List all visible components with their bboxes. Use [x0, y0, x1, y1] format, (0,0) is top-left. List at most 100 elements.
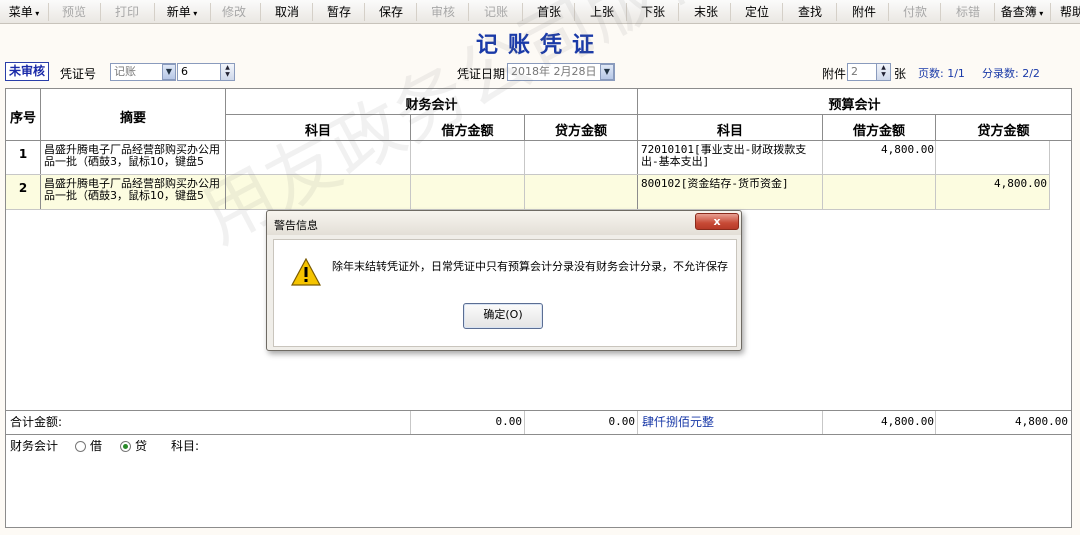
toolbar-button-label: 末张 [693, 5, 718, 19]
toolbar-separator [888, 3, 889, 21]
dialog-titlebar[interactable]: 警告信息 x [267, 211, 741, 235]
toolbar-button-12[interactable]: 下张 [628, 2, 678, 22]
row-bud-account[interactable]: 800102[资金结存-货币资金] [641, 178, 821, 204]
close-icon[interactable]: x [695, 213, 739, 230]
toolbar-separator [1050, 3, 1051, 21]
toolbar-button-label: 审核 [430, 5, 455, 19]
row-bud-credit[interactable]: 4,800.00 [937, 178, 1047, 190]
toolbar-separator [940, 3, 941, 21]
toolbar-button-11[interactable]: 上张 [576, 2, 628, 22]
toolbar-separator [730, 3, 731, 21]
toolbar-button-9[interactable]: 记账 [470, 2, 522, 22]
attachment-label: 附件 [822, 67, 847, 81]
warning-icon [291, 258, 321, 286]
toolbar-button-label: 付款 [902, 5, 927, 19]
toolbar-separator [468, 3, 469, 21]
dropdown-arrow-icon: ▾ [1036, 9, 1044, 18]
toolbar-button-label: 菜单 [8, 5, 33, 19]
date-input[interactable]: 2018年 2月28日 [507, 63, 615, 81]
total-bud-credit: 4,800.00 [1015, 416, 1068, 428]
toolbar-button-label: 定位 [744, 5, 769, 19]
row-bud-account[interactable]: 72010101[事业支出-财政拨款支出-基本支出] [641, 144, 821, 170]
total-label: 合计金额: [10, 416, 63, 428]
col-summary-header: 摘要 [119, 111, 146, 126]
spinner-icon[interactable]: ▲ ▼ [876, 64, 890, 80]
toolbar-button-label: 上张 [589, 5, 614, 19]
toolbar-button-label: 附件 [851, 5, 876, 19]
total-fin-debit: 0.00 [495, 416, 523, 428]
toolbar-button-label: 下张 [640, 5, 665, 19]
toolbar-button-6[interactable]: 暂存 [314, 2, 364, 22]
status-badge: 未审核 [5, 62, 50, 81]
toolbar-button-19[interactable]: 备查簿 ▾ [996, 2, 1048, 22]
toolbar-button-1[interactable]: 预览 [50, 2, 98, 22]
spinner-icon[interactable]: ▲ ▼ [220, 64, 234, 80]
toolbar-separator [260, 3, 261, 21]
toolbar-separator [994, 3, 995, 21]
toolbar-separator [416, 3, 417, 21]
col-seq-header: 序号 [9, 111, 36, 126]
toolbar-button-label: 标错 [955, 5, 980, 19]
toolbar-button-2[interactable]: 打印 [102, 2, 152, 22]
toolbar-separator [312, 3, 313, 21]
toolbar-button-14[interactable]: 定位 [732, 2, 782, 22]
toolbar-button-7[interactable]: 保存 [366, 2, 416, 22]
toolbar-button-label: 保存 [378, 5, 403, 19]
toolbar-separator [48, 3, 49, 21]
row-summary[interactable]: 昌盛升腾电子厂品经营部购买办公用品一批（硒鼓3，鼠标10，键盘5 [44, 144, 224, 170]
toolbar-button-10[interactable]: 首张 [524, 2, 574, 22]
toolbar-separator [522, 3, 523, 21]
toolbar-separator [100, 3, 101, 21]
toolbar-button-3[interactable]: 新单 ▾ [156, 2, 208, 22]
toolbar-button-0[interactable]: 菜单 ▾ [2, 2, 46, 22]
entry-count: 分录数: 2/2 [982, 67, 1040, 80]
toolbar-button-18[interactable]: 标错 [942, 2, 994, 22]
fin-credit-header: 贷方金额 [554, 124, 607, 139]
toolbar-button-17[interactable]: 付款 [890, 2, 940, 22]
toolbar-button-label: 首张 [536, 5, 561, 19]
toolbar-button-5[interactable]: 取消 [262, 2, 312, 22]
group-budget-header: 预算会计 [828, 98, 881, 113]
row-seq: 1 [18, 147, 28, 161]
toolbar-separator [678, 3, 679, 21]
toolbar-button-4[interactable]: 修改 [212, 2, 256, 22]
fin-debit-header: 借方金额 [441, 124, 494, 139]
radio-credit[interactable] [120, 441, 131, 452]
ok-button[interactable]: 确定(O) [463, 303, 543, 329]
toolbar-button-8[interactable]: 审核 [418, 2, 468, 22]
attachment-unit: 张 [894, 67, 907, 81]
toolbar-button-label: 取消 [274, 5, 299, 19]
toolbar-separator [626, 3, 627, 21]
radio-debit-label: 借 [90, 440, 103, 452]
page-count: 页数: 1/1 [918, 67, 965, 80]
toolbar-button-label: 帮助 [1059, 5, 1080, 19]
chevron-down-icon[interactable]: ▼ [162, 64, 176, 80]
toolbar-separator [836, 3, 837, 21]
toolbar-separator [210, 3, 211, 21]
toolbar-button-16[interactable]: 附件 [838, 2, 890, 22]
toolbar-button-20[interactable]: 帮助 [1052, 2, 1080, 22]
footer-account-label: 科目: [171, 440, 200, 452]
page-title: 记账凭证 [475, 32, 604, 58]
toolbar-button-15[interactable]: 查找 [784, 2, 836, 22]
radio-debit[interactable] [75, 441, 86, 452]
toolbar-button-label: 暂存 [326, 5, 351, 19]
toolbar-separator [364, 3, 365, 21]
toolbar-button-label: 预览 [61, 5, 86, 19]
row-seq: 2 [18, 181, 28, 195]
toolbar: 菜单 ▾ 预览 打印 新单 ▾ 修改 取消 暂存 保存 审核 记账 首张 上张 下张 末张 定位 查找 附件 付款… [0, 0, 1080, 24]
radio-credit-label: 贷 [135, 440, 148, 452]
dropdown-arrow-icon: ▾ [32, 9, 40, 18]
bud-credit-header: 贷方金额 [977, 124, 1030, 139]
bud-debit-header: 借方金额 [852, 124, 905, 139]
row-summary[interactable]: 昌盛升腾电子厂品经营部购买办公用品一批（硒鼓3，鼠标10，键盘5 [44, 178, 224, 204]
row-bud-debit[interactable]: 4,800.00 [824, 144, 934, 156]
group-finance-header: 财务会计 [405, 98, 458, 113]
toolbar-separator [574, 3, 575, 21]
voucher-no-label: 凭证号 [60, 67, 97, 81]
calendar-dropdown-icon[interactable]: ▼ [600, 64, 614, 80]
toolbar-button-13[interactable]: 末张 [680, 2, 732, 22]
dialog-title: 警告信息 [274, 219, 318, 232]
dialog-body: 除年末结转凭证外，日常凭证中只有预算会计分录没有财务会计分录，不允许保存 确定(… [273, 239, 737, 347]
date-label: 凭证日期 [457, 67, 506, 81]
